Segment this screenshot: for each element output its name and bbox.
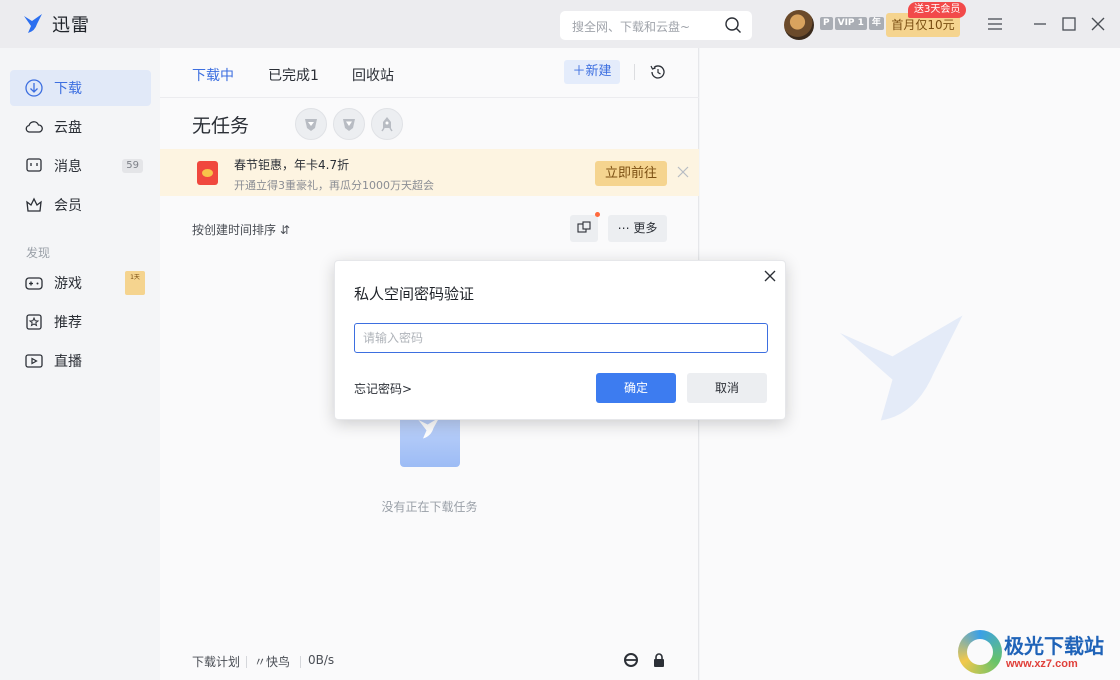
sidebar-item-recommend[interactable]: 推荐 (10, 304, 151, 340)
maximize-icon[interactable] (1059, 14, 1079, 34)
rocket-icon (381, 117, 393, 132)
notification-dot (595, 212, 600, 217)
games-promo-badge: 1天 (125, 271, 145, 295)
sort-icon: ⇵ (279, 223, 290, 237)
sidebar-item-cloud[interactable]: 云盘 (10, 109, 151, 145)
menu-icon[interactable] (985, 14, 1005, 34)
tab-downloading[interactable]: 下载中 (192, 65, 234, 85)
sidebar-item-live[interactable]: 直播 (10, 343, 151, 379)
close-icon[interactable] (676, 165, 690, 179)
status-bar: 下载计划 〃快鸟 0B/s (160, 648, 699, 680)
sidebar-item-label: 下载 (54, 81, 82, 97)
more-button[interactable]: ⋯ 更多 (608, 215, 667, 242)
live-icon (25, 354, 43, 368)
dialog-title: 私人空间密码验证 (354, 285, 475, 303)
tab-bar: 下载中 已完成1 回收站 ＋新建 (160, 48, 699, 98)
sidebar-item-games[interactable]: 游戏 1天 (10, 265, 151, 301)
new-task-label: 新建 (585, 64, 612, 79)
banner-subtitle: 开通立得3重豪礼，再瓜分1000万天超会 (234, 179, 434, 192)
forgot-password-link[interactable]: 忘记密码> (354, 380, 412, 397)
sidebar-item-label: 直播 (54, 354, 82, 370)
watermark-logo (958, 630, 1002, 674)
download-icon (25, 79, 43, 97)
password-input[interactable] (354, 323, 768, 353)
diamond-button[interactable] (333, 108, 365, 140)
app-logo[interactable]: 迅雷 (22, 11, 90, 37)
watermark-title: 极光下载站 (1004, 634, 1104, 658)
ie-browser-icon[interactable] (623, 652, 639, 668)
message-count-badge: 59 (122, 159, 143, 173)
close-window-icon[interactable] (1088, 14, 1108, 34)
view-toggle-button[interactable] (570, 215, 598, 242)
tab-recycle-bin[interactable]: 回收站 (352, 65, 394, 85)
divider (300, 656, 301, 668)
search-icon[interactable] (724, 16, 742, 34)
more-label: 更多 (633, 221, 658, 235)
speed-readout: 0B/s (308, 653, 335, 667)
empty-state-text: 没有正在下载任务 (381, 500, 478, 514)
sort-label: 按创建时间排序 (192, 223, 277, 237)
bird-wing-icon: 〃 (254, 655, 267, 669)
cancel-button[interactable]: 取消 (687, 373, 767, 403)
kuainiao-label: 快鸟 (266, 655, 291, 669)
title-bar: 迅雷 搜全网、下载和云盘~ P VIP 1 年 首月仅10元 送3天会员 (0, 0, 1120, 48)
discover-section-label: 发现 (26, 246, 51, 260)
devices-icon (577, 221, 591, 233)
banner-title: 春节钜惠，年卡4.7折 (234, 158, 350, 172)
sidebar-item-label: 云盘 (54, 120, 82, 136)
sidebar-item-label: 消息 (54, 159, 82, 175)
crown-icon (26, 197, 42, 212)
sidebar: 下载 云盘 消息 59 会员 发现 游戏 1天 推荐 直播 (0, 48, 160, 680)
new-task-button[interactable]: ＋新建 (564, 60, 620, 84)
cloud-icon (25, 121, 43, 133)
divider (246, 656, 247, 668)
sort-selector[interactable]: 按创建时间排序 ⇵ (192, 221, 290, 238)
gamepad-icon (25, 277, 43, 290)
badge-vip: VIP 1 (834, 17, 867, 30)
search-box[interactable]: 搜全网、下载和云盘~ (560, 11, 752, 40)
kuainiao-toggle[interactable]: 〃快鸟 (254, 653, 290, 670)
xunlei-bird-watermark-icon (840, 315, 963, 421)
sidebar-item-download[interactable]: 下载 (10, 70, 151, 106)
site-watermark: 极光下载站 www.xz7.com (958, 628, 1118, 678)
sidebar-item-vip[interactable]: 会员 (10, 187, 151, 223)
message-icon (26, 158, 42, 172)
search-placeholder: 搜全网、下载和云盘~ (572, 20, 691, 34)
sidebar-item-label: 会员 (54, 198, 82, 214)
password-dialog: 私人空间密码验证 忘记密码> 确定 取消 (334, 260, 786, 420)
vip-badges: P VIP 1 年 (820, 17, 884, 30)
boost-shield-icon (305, 119, 317, 131)
speed-boost-button[interactable] (295, 108, 327, 140)
avatar[interactable] (784, 10, 814, 40)
promo-tag: 送3天会员 (908, 2, 967, 18)
close-icon[interactable] (763, 269, 777, 283)
app-title: 迅雷 (52, 15, 90, 36)
tab-completed[interactable]: 已完成1 (268, 65, 319, 85)
sidebar-item-label: 游戏 (54, 276, 82, 292)
banner-go-button[interactable]: 立即前往 (595, 161, 667, 186)
red-packet-icon (197, 161, 218, 185)
more-dots-icon: ⋯ (617, 221, 630, 235)
diamond-icon (343, 119, 355, 131)
lock-icon[interactable] (651, 652, 667, 668)
star-icon (26, 314, 42, 330)
badge-year: 年 (868, 17, 884, 30)
divider (634, 64, 635, 80)
promo-banner: 春节钜惠，年卡4.7折 开通立得3重豪礼，再瓜分1000万天超会 立即前往 (160, 149, 699, 196)
watermark-url: www.xz7.com (1006, 658, 1078, 670)
history-icon[interactable] (648, 62, 668, 82)
sidebar-item-label: 推荐 (54, 315, 82, 331)
page-title: 无任务 (192, 115, 250, 137)
xunlei-bird-icon (24, 14, 42, 33)
badge-p: P (820, 17, 833, 30)
confirm-button[interactable]: 确定 (596, 373, 676, 403)
minimize-icon[interactable] (1030, 14, 1050, 34)
download-plan-link[interactable]: 下载计划 (192, 653, 240, 670)
sidebar-item-messages[interactable]: 消息 59 (10, 148, 151, 184)
rocket-button[interactable] (371, 108, 403, 140)
